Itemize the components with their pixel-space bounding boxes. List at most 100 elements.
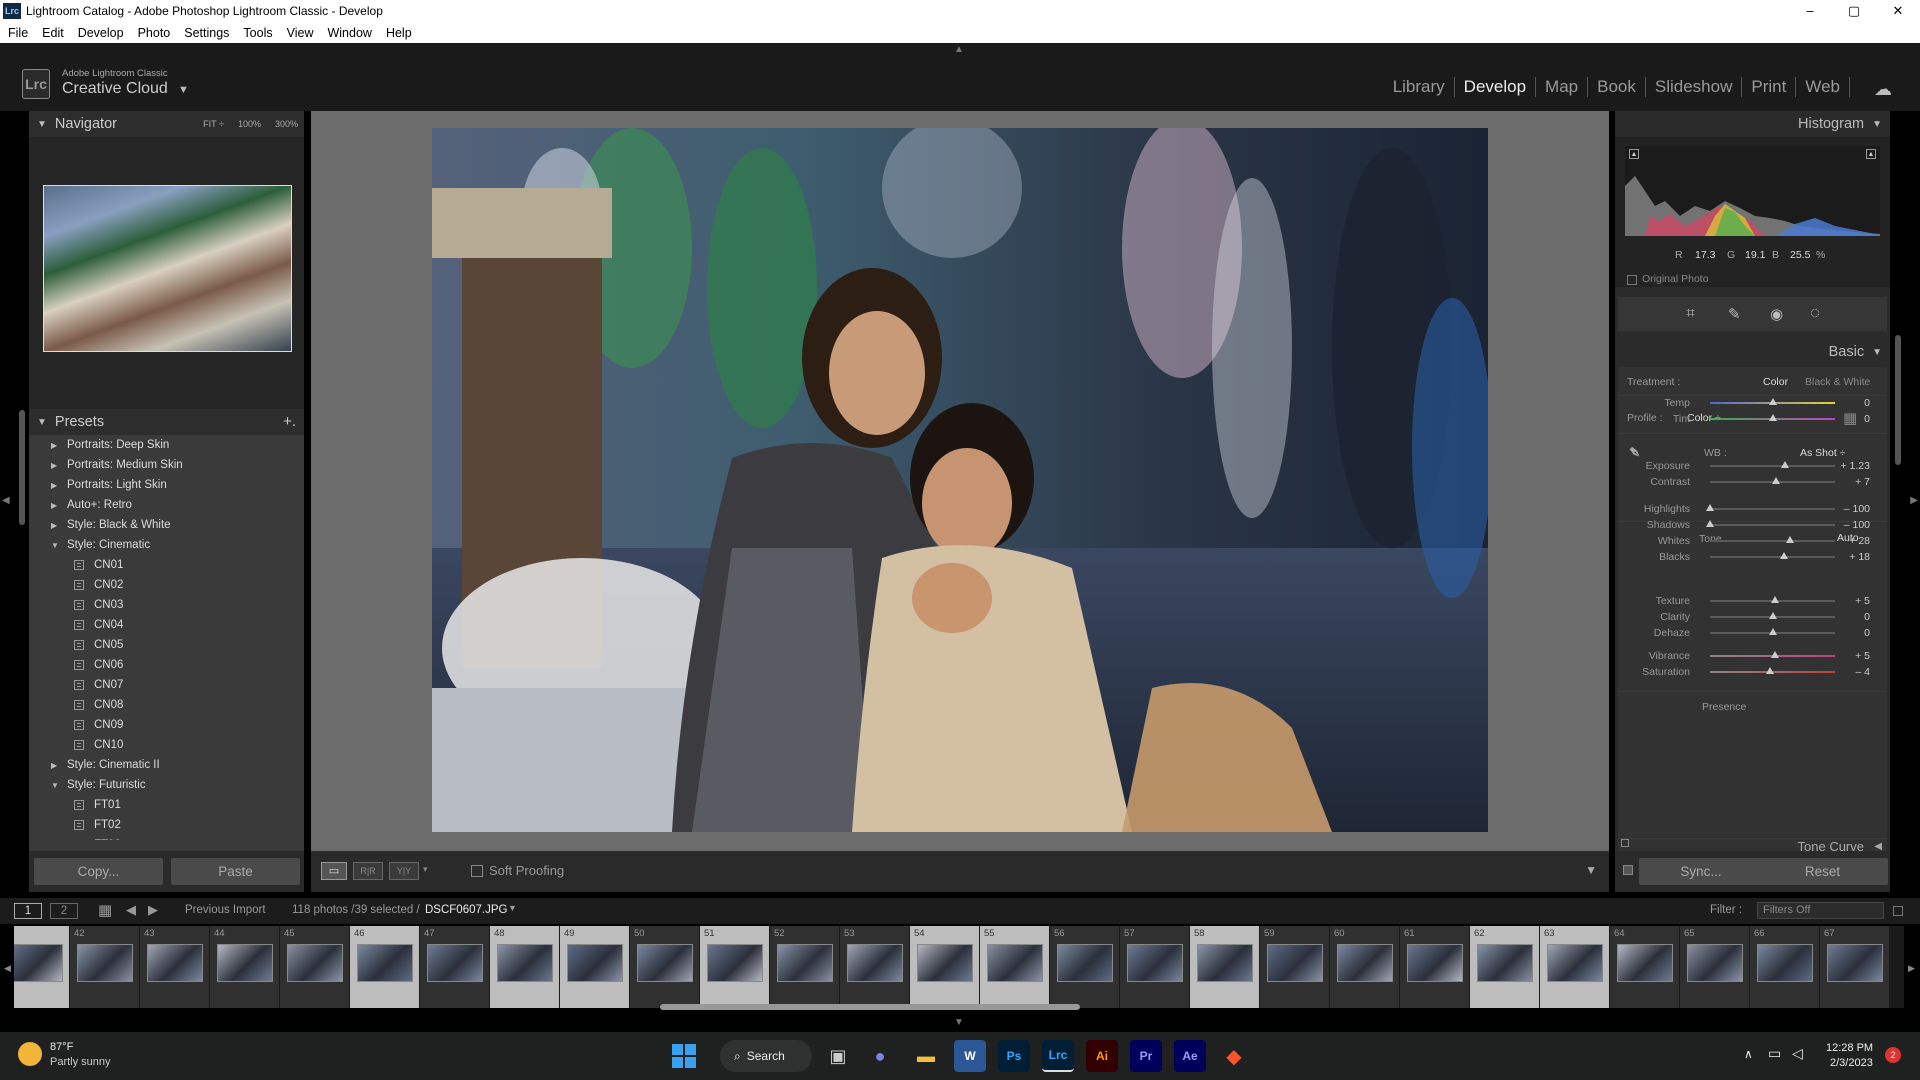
filmstrip-thumb[interactable]: 53 xyxy=(840,926,910,1008)
thumb-image[interactable] xyxy=(1407,944,1463,982)
expanded-triangle-icon[interactable]: ▼ xyxy=(51,781,61,790)
slider-value[interactable]: 0 xyxy=(1864,627,1870,639)
clock-date[interactable]: 2/3/2023 xyxy=(1830,1057,1873,1069)
slider-highlights[interactable]: Highlights – 100 xyxy=(1625,501,1880,517)
module-book[interactable]: Book xyxy=(1588,77,1645,97)
back-arrow-icon[interactable]: ◀ xyxy=(126,902,136,918)
grid-view-icon[interactable]: ▦ xyxy=(98,901,112,919)
navigator-header[interactable]: ▼ Navigator FIT ÷ 100% 300% xyxy=(29,111,304,137)
slider-tint[interactable]: Tint 0 xyxy=(1625,411,1880,427)
right-panel-scrollbar[interactable] xyxy=(1895,335,1901,465)
collapse-top-arrow-icon[interactable]: ▲ xyxy=(954,44,964,55)
expanded-triangle-icon[interactable]: ▼ xyxy=(51,541,61,550)
slider-knob[interactable] xyxy=(1771,596,1779,603)
thumb-image[interactable] xyxy=(1757,944,1813,982)
healing-brush-icon[interactable]: ✎ xyxy=(1728,305,1741,323)
word-icon[interactable]: W xyxy=(954,1040,986,1072)
slider-knob[interactable] xyxy=(1706,520,1714,527)
thumb-image[interactable] xyxy=(1617,944,1673,982)
preset-group[interactable]: ▶ Portraits: Light Skin xyxy=(32,475,301,495)
filmstrip-thumb[interactable]: 61 xyxy=(1400,926,1470,1008)
preset-group[interactable]: ▶ Style: Cinematic II xyxy=(32,755,301,775)
filmstrip-thumb[interactable]: 59 xyxy=(1260,926,1330,1008)
menu-file[interactable]: File xyxy=(8,26,28,40)
paste-button[interactable]: Paste xyxy=(171,858,300,885)
slider-knob[interactable] xyxy=(1771,651,1779,658)
slider-track[interactable] xyxy=(1710,465,1835,467)
slider-value[interactable]: + 7 xyxy=(1855,476,1870,488)
highlight-clipping-icon[interactable]: ▲ xyxy=(1866,149,1876,159)
filmstrip-thumb[interactable]: 63 xyxy=(1540,926,1610,1008)
preset-group[interactable]: ▶ Auto+: Retro xyxy=(32,495,301,515)
sync-button[interactable]: Sync... xyxy=(1639,858,1763,885)
histogram-header[interactable]: Histogram ▼ xyxy=(1615,111,1890,137)
collapsed-triangle-icon[interactable]: ▶ xyxy=(51,461,61,470)
thumb-image[interactable] xyxy=(427,944,483,982)
collapse-triangle-icon[interactable]: ▼ xyxy=(1872,119,1882,130)
slider-knob[interactable] xyxy=(1772,477,1781,484)
filter-lock-icon[interactable] xyxy=(1893,906,1903,916)
maximize-button[interactable]: ▢ xyxy=(1832,0,1876,22)
window-2-button[interactable]: 2 xyxy=(50,903,78,919)
preset-item[interactable]: CN07 xyxy=(32,675,301,695)
filmstrip-thumb[interactable]: 44 xyxy=(210,926,280,1008)
preset-item[interactable]: CN06 xyxy=(32,655,301,675)
slider-clarity[interactable]: Clarity 0 xyxy=(1625,609,1880,625)
network-icon[interactable]: ▭ xyxy=(1768,1045,1781,1062)
thumb-image[interactable] xyxy=(1197,944,1253,982)
red-eye-icon[interactable]: ◉ xyxy=(1770,305,1783,323)
thumb-image[interactable] xyxy=(147,944,203,982)
filmstrip-thumb[interactable]: 50 xyxy=(630,926,700,1008)
after-effects-icon[interactable]: Ae xyxy=(1174,1040,1206,1072)
slider-value[interactable]: 0 xyxy=(1864,611,1870,623)
before-after-dropdown-icon[interactable]: ▾ xyxy=(423,864,428,875)
filmstrip-left-arrow-icon[interactable]: ◀ xyxy=(4,963,11,974)
thumb-image[interactable] xyxy=(1687,944,1743,982)
weather-temp[interactable]: 87°F xyxy=(50,1041,73,1053)
thumb-image[interactable] xyxy=(217,944,273,982)
slider-knob[interactable] xyxy=(1781,461,1789,468)
preset-group[interactable]: ▼ Style: Cinematic xyxy=(32,535,301,555)
preset-item[interactable]: FT01 xyxy=(32,795,301,815)
clock-time[interactable]: 12:28 PM xyxy=(1826,1042,1873,1054)
collapsed-triangle-icon[interactable]: ▶ xyxy=(51,501,61,510)
preset-item[interactable]: CN08 xyxy=(32,695,301,715)
preset-item[interactable]: CN10 xyxy=(32,735,301,755)
slider-value[interactable]: – 4 xyxy=(1855,666,1870,678)
filmstrip-thumb[interactable]: 45 xyxy=(280,926,350,1008)
thumb-image[interactable] xyxy=(1547,944,1603,982)
preset-group[interactable]: ▼ Style: Futuristic xyxy=(32,775,301,795)
preset-item[interactable]: FT03 xyxy=(32,835,301,840)
minimize-button[interactable]: – xyxy=(1788,0,1832,22)
lightroom-classic-icon[interactable]: Lrc xyxy=(1042,1040,1074,1072)
slider-knob[interactable] xyxy=(1766,667,1774,674)
slider-track[interactable] xyxy=(1710,540,1835,542)
filmstrip-thumb[interactable]: 64 xyxy=(1610,926,1680,1008)
thumb-image[interactable] xyxy=(1337,944,1393,982)
histogram-graph[interactable]: ▲ ▲ xyxy=(1625,146,1880,236)
compare-view-button[interactable]: R|R xyxy=(353,862,383,880)
treatment-bw[interactable]: Black & White xyxy=(1805,376,1870,388)
preset-item[interactable]: CN05 xyxy=(32,635,301,655)
zoom-300[interactable]: 300% xyxy=(275,119,298,129)
shadow-clipping-icon[interactable]: ▲ xyxy=(1629,149,1639,159)
preset-item[interactable]: FT02 xyxy=(32,815,301,835)
slider-value[interactable]: + 28 xyxy=(1849,535,1870,547)
thumb-image[interactable] xyxy=(77,944,133,982)
slider-value[interactable]: + 5 xyxy=(1855,650,1870,662)
main-photo[interactable] xyxy=(432,128,1488,832)
brand-dropdown-icon[interactable]: ▼ xyxy=(178,84,189,96)
thumb-image[interactable] xyxy=(847,944,903,982)
thumb-image[interactable] xyxy=(357,944,413,982)
slider-track[interactable] xyxy=(1710,508,1835,510)
preset-item[interactable]: CN01 xyxy=(32,555,301,575)
thumb-image[interactable] xyxy=(567,944,623,982)
copy-button[interactable]: Copy... xyxy=(34,858,163,885)
filmstrip-thumb[interactable]: 67 xyxy=(1820,926,1890,1008)
slider-blacks[interactable]: Blacks + 18 xyxy=(1625,549,1880,565)
zoom-100[interactable]: 100% xyxy=(238,119,261,129)
thumb-image[interactable] xyxy=(707,944,763,982)
filmstrip-thumb[interactable]: 60 xyxy=(1330,926,1400,1008)
photoshop-icon[interactable]: Ps xyxy=(998,1040,1030,1072)
slider-value[interactable]: – 100 xyxy=(1844,503,1870,515)
